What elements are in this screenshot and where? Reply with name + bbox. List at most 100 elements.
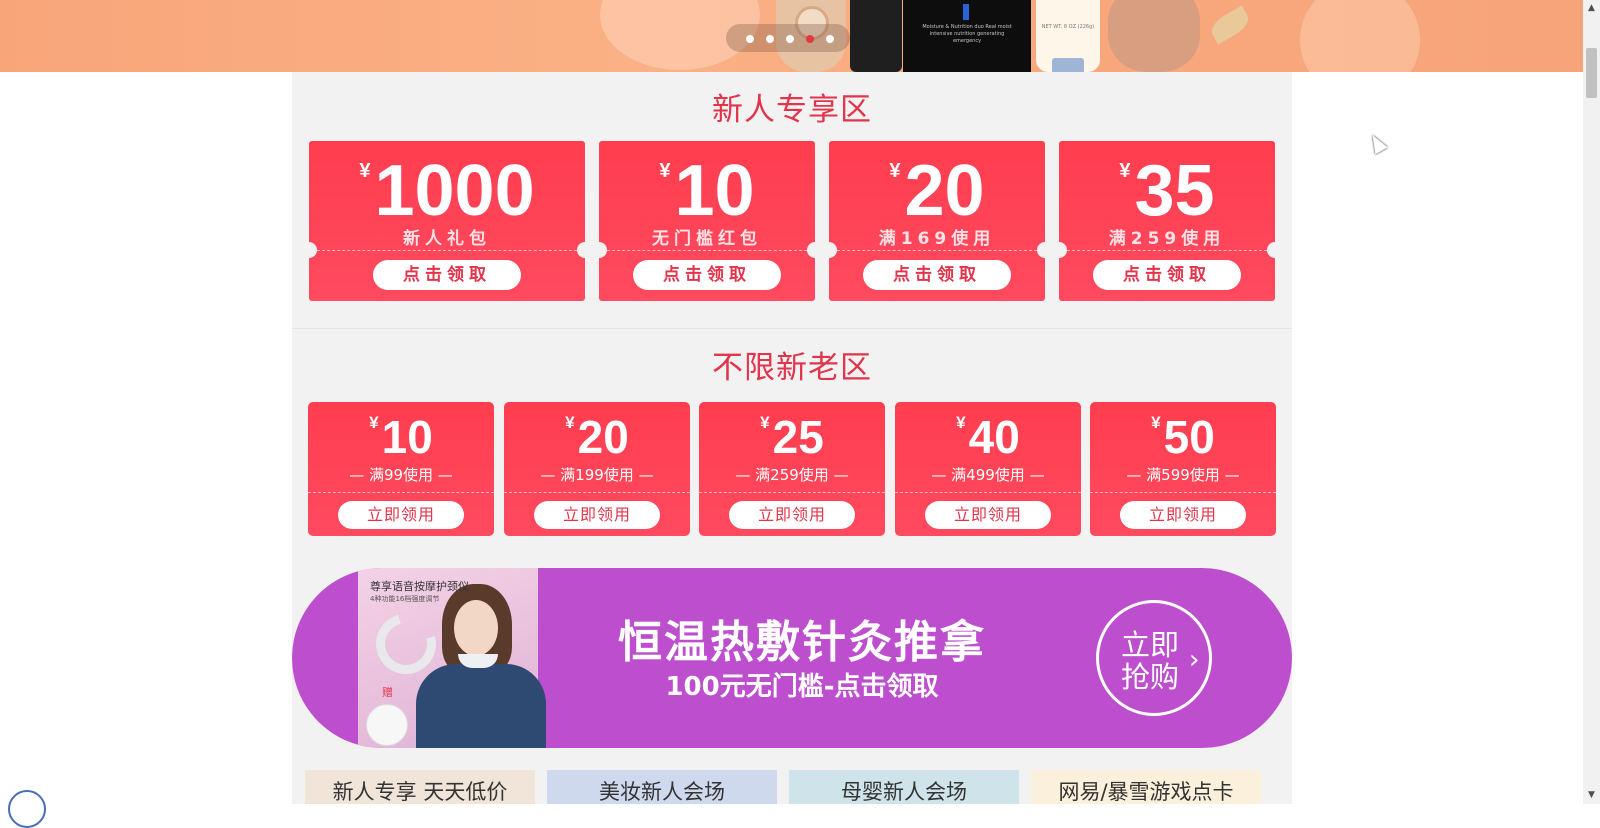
coupon-card[interactable]: ¥20 满169使用 点击领取 <box>821 141 1053 301</box>
coupon-value: 40 <box>968 411 1020 463</box>
coupon-desc: 新人礼包 <box>403 229 491 249</box>
coupon-divider <box>1090 492 1276 493</box>
scrollbar-thumb[interactable] <box>1586 48 1597 98</box>
coupon-amount: ¥40 <box>895 410 1081 464</box>
coupon-amount: ¥35 <box>1059 151 1275 231</box>
tab-beauty-new-user[interactable]: 美妆新人会场 <box>547 770 777 804</box>
coupon-amount: ¥10 <box>308 410 494 464</box>
scroll-up-icon[interactable]: ▲ <box>1583 0 1600 17</box>
coupon-divider <box>607 250 807 251</box>
coupon-amount: ¥20 <box>829 151 1045 231</box>
coupon-amount: ¥25 <box>699 410 885 464</box>
currency-symbol: ¥ <box>659 160 671 182</box>
banner-decoration <box>1300 0 1420 72</box>
coupon-card[interactable]: ¥35 满259使用 点击领取 <box>1051 141 1283 301</box>
coupon-amount: ¥10 <box>599 151 815 231</box>
section-divider <box>292 328 1292 329</box>
coupon-notch <box>821 242 837 258</box>
coupon-desc: — 满599使用 — <box>1126 466 1240 484</box>
scroll-down-icon[interactable]: ▼ <box>1583 787 1600 804</box>
currency-symbol: ¥ <box>1119 160 1131 182</box>
coupon-card[interactable]: ¥40 — 满499使用 — 立即领用 <box>895 402 1081 536</box>
carousel-dot[interactable] <box>826 35 834 43</box>
coupon-value: 20 <box>904 151 985 231</box>
model-body <box>416 664 546 748</box>
coupon-desc: 无门槛红包 <box>652 229 762 249</box>
coupon-card[interactable]: ¥10 — 满99使用 — 立即领用 <box>308 402 494 536</box>
claim-button[interactable]: 立即领用 <box>729 501 855 529</box>
claim-button[interactable]: 立即领用 <box>925 501 1051 529</box>
cta-label: 抢购 <box>1121 660 1180 694</box>
claim-button[interactable]: 点击领取 <box>373 260 521 290</box>
claim-button[interactable]: 立即领用 <box>534 501 660 529</box>
tab-new-user-low-price[interactable]: 新人专享 天天低价 <box>305 770 535 804</box>
product-compact-image <box>1108 0 1200 72</box>
coupon-desc: — 满99使用 — <box>349 466 453 484</box>
coupon-value: 10 <box>381 411 433 463</box>
currency-symbol: ¥ <box>369 413 379 432</box>
coupon-card[interactable]: ¥1000 新人礼包 点击领取 <box>301 141 593 301</box>
coupon-amount: ¥20 <box>504 410 690 464</box>
coupon-desc: 满259使用 <box>1108 229 1226 249</box>
product-tube-cap <box>1052 58 1084 72</box>
carousel-dot[interactable] <box>766 35 774 43</box>
coupon-value: 25 <box>772 411 824 463</box>
buy-now-button[interactable]: 立即 抢购 › <box>1096 600 1212 716</box>
carousel-dot-active[interactable] <box>806 35 814 43</box>
coupon-desc: — 满199使用 — <box>540 466 654 484</box>
mouse-cursor-icon <box>1366 131 1388 155</box>
promo-subtitle: 100元无门槛-点击领取 <box>665 672 939 702</box>
vertical-scrollbar[interactable]: ▲ ▼ <box>1583 0 1600 804</box>
carousel-dot[interactable] <box>746 35 754 43</box>
coupon-value: 20 <box>577 411 629 463</box>
tab-baby-new-user[interactable]: 母婴新人会场 <box>789 770 1019 804</box>
carousel-dot[interactable] <box>786 35 794 43</box>
claim-button[interactable]: 点击领取 <box>633 260 781 290</box>
coupon-divider <box>1067 250 1267 251</box>
coupon-card[interactable]: ¥25 — 满259使用 — 立即领用 <box>699 402 885 536</box>
product-box-text: Moisture & Nutrition duo Real moist inte… <box>922 24 1012 44</box>
coupon-value: 35 <box>1134 151 1215 231</box>
currency-symbol: ¥ <box>889 160 901 182</box>
coupon-divider <box>504 492 690 493</box>
product-dropper <box>963 4 969 20</box>
gift-label: 赠 <box>382 686 393 699</box>
coupon-amount: ¥1000 <box>309 151 585 231</box>
model-face <box>454 600 498 656</box>
claim-button[interactable]: 立即领用 <box>1120 501 1246 529</box>
section-title-all-users: 不限新老区 <box>712 350 872 386</box>
coupon-card[interactable]: ¥50 — 满599使用 — 立即领用 <box>1090 402 1276 536</box>
coupon-amount: ¥50 <box>1090 410 1276 464</box>
image-caption: 尊享语音按摩护颈仪 <box>370 580 469 593</box>
banner-leaf <box>1207 5 1253 45</box>
coupon-card[interactable]: ¥10 无门槛红包 点击领取 <box>591 141 823 301</box>
chevron-right-icon: › <box>1189 645 1200 675</box>
claim-button[interactable]: 立即领用 <box>338 501 464 529</box>
gift-product-icon <box>366 704 408 746</box>
product-tube-text: NET WT. 8 OZ (226g) <box>1041 24 1095 30</box>
coupon-divider <box>317 250 577 251</box>
carousel-dots <box>726 24 850 52</box>
currency-symbol: ¥ <box>956 413 966 432</box>
tab-game-cards[interactable]: 网易/暴雪游戏点卡 <box>1031 770 1261 804</box>
promo-banner[interactable]: 尊享语音按摩护颈仪 4种功能16档强度调节 赠 恒温热敷针灸推拿 100元无门槛… <box>292 568 1292 748</box>
main-content: 新人专享区 ¥1000 新人礼包 点击领取 ¥10 无门槛红包 点击领取 ¥20… <box>292 72 1292 804</box>
currency-symbol: ¥ <box>760 413 770 432</box>
coupon-notch <box>591 242 607 258</box>
coupon-divider <box>895 492 1081 493</box>
hero-banner[interactable]: Moisture & Nutrition duo Real moist inte… <box>0 0 1583 72</box>
coupon-value: 50 <box>1163 411 1215 463</box>
coupon-value: 10 <box>674 151 755 231</box>
product-bottle-image <box>850 0 902 72</box>
floating-service-button[interactable] <box>8 790 46 828</box>
cta-label: 立即 <box>1121 628 1180 662</box>
coupon-divider <box>699 492 885 493</box>
currency-symbol: ¥ <box>1151 413 1161 432</box>
coupon-card[interactable]: ¥20 — 满199使用 — 立即领用 <box>504 402 690 536</box>
currency-symbol: ¥ <box>359 160 371 182</box>
coupon-divider <box>837 250 1037 251</box>
product-image-neck-massager: 尊享语音按摩护颈仪 4种功能16档强度调节 赠 <box>358 568 546 748</box>
coupon-desc: — 满499使用 — <box>931 466 1045 484</box>
claim-button[interactable]: 点击领取 <box>1093 260 1241 290</box>
claim-button[interactable]: 点击领取 <box>863 260 1011 290</box>
